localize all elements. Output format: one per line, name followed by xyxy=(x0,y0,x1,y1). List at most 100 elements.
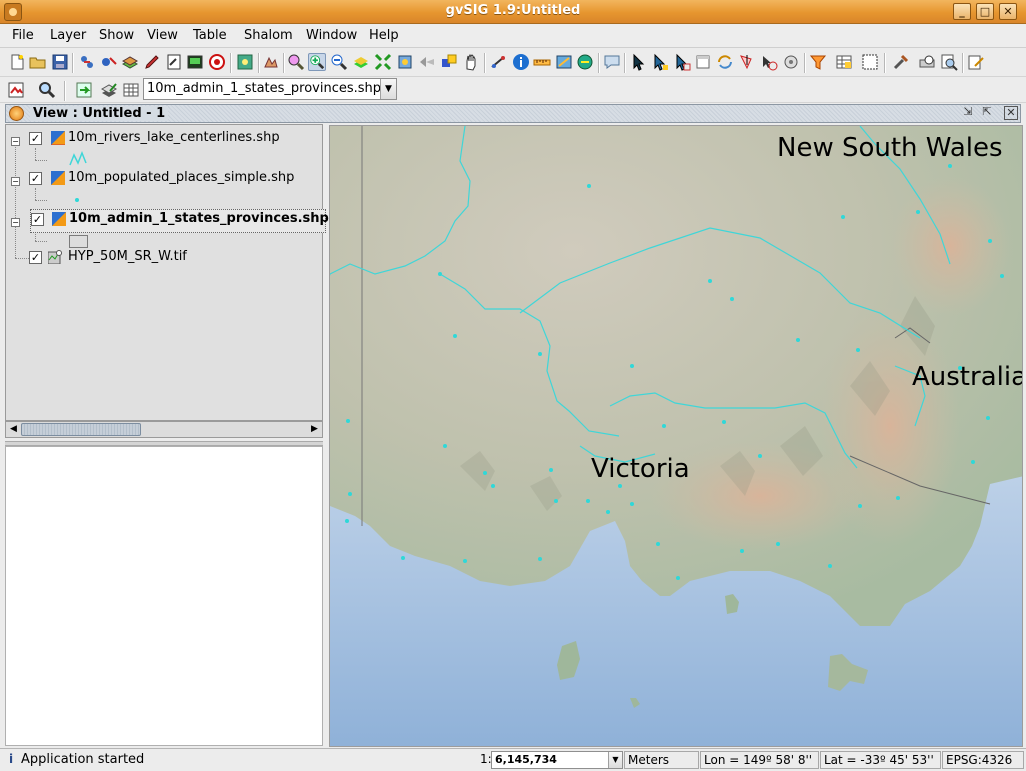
layer-visibility-checkbox[interactable]: ✓ xyxy=(29,132,42,145)
scroll-thumb[interactable] xyxy=(21,423,141,436)
hyperlink-icon[interactable] xyxy=(576,53,594,71)
edit-layer-icon[interactable] xyxy=(100,81,118,99)
status-bar: i Application started 1: 6,145,734 ▼ Met… xyxy=(0,748,1026,771)
select-all-icon[interactable] xyxy=(694,53,712,71)
properties-icon[interactable] xyxy=(165,53,183,71)
filter-icon[interactable] xyxy=(809,53,827,71)
toc-horizontal-scrollbar[interactable]: ◀ ▶ xyxy=(5,421,323,438)
layer-visibility-checkbox[interactable]: ✓ xyxy=(31,213,44,226)
crs-readout: EPSG:4326 xyxy=(942,751,1024,769)
add-layer-tool-icon[interactable] xyxy=(100,53,118,71)
chevron-down-icon[interactable]: ▼ xyxy=(380,79,396,99)
layers-toc: − ✓ 10m_rivers_lake_centerlines.shp − ✓ … xyxy=(5,124,329,421)
select-pointer-icon[interactable] xyxy=(629,53,647,71)
layer-name[interactable]: HYP_50M_SR_W.tif xyxy=(68,249,187,267)
menubar: File Layer Show View Table Shalom Window… xyxy=(0,25,1026,48)
chevron-down-icon[interactable]: ▼ xyxy=(608,752,622,768)
view-title: View : Untitled - 1 xyxy=(30,106,169,121)
layer-visibility-checkbox[interactable]: ✓ xyxy=(29,172,42,185)
previous-zoom-icon[interactable] xyxy=(418,53,436,71)
zoom-in-icon[interactable] xyxy=(287,53,305,71)
menu-file[interactable]: File xyxy=(12,28,34,43)
menu-layer[interactable]: Layer xyxy=(50,28,86,43)
minimize-view-icon[interactable]: ⇱ xyxy=(980,106,994,120)
save-icon[interactable] xyxy=(51,53,69,71)
new-file-icon[interactable] xyxy=(8,53,26,71)
locator-icon[interactable] xyxy=(440,53,458,71)
grid-icon[interactable] xyxy=(861,53,879,71)
select-by-point-icon[interactable] xyxy=(651,53,669,71)
line-symbol-icon xyxy=(69,151,87,166)
scroll-right-icon[interactable]: ▶ xyxy=(308,423,321,436)
measure-icon[interactable] xyxy=(490,53,508,71)
layer-name[interactable]: 10m_admin_1_states_provinces.shp xyxy=(69,211,329,229)
map-label-victoria: Victoria xyxy=(591,454,690,484)
layer-table-icon[interactable] xyxy=(122,81,140,99)
collapse-toggle[interactable]: − xyxy=(11,177,20,186)
zoom-extent-icon[interactable] xyxy=(374,53,392,71)
search-icon[interactable] xyxy=(940,53,958,71)
refresh-layer-icon[interactable] xyxy=(75,81,93,99)
full-extent-icon[interactable] xyxy=(352,53,370,71)
vector-tool-icon[interactable] xyxy=(262,53,280,71)
invert-selection-icon[interactable] xyxy=(716,53,734,71)
tooltip-icon[interactable] xyxy=(603,53,621,71)
map-frame-icon[interactable] xyxy=(7,81,25,99)
open-folder-icon[interactable] xyxy=(29,53,47,71)
latitude-readout: Lat = -33º 45' 53'' xyxy=(820,751,941,769)
target-icon[interactable] xyxy=(208,53,226,71)
map-label-australia: Australia xyxy=(912,362,1023,392)
select-by-circle-icon[interactable] xyxy=(760,53,778,71)
info-icon: i xyxy=(9,752,14,766)
measure-distance-icon[interactable] xyxy=(533,53,551,71)
scale-dropdown[interactable]: 6,145,734 ▼ xyxy=(491,751,623,769)
layer-visibility-checkbox[interactable]: ✓ xyxy=(29,251,42,264)
geoprocess-icon[interactable] xyxy=(78,53,96,71)
console-icon[interactable] xyxy=(186,53,204,71)
collapse-toggle[interactable]: − xyxy=(11,218,20,227)
active-layer-dropdown[interactable]: 10m_admin_1_states_provinces.shp ▼ xyxy=(143,78,397,100)
tools-icon[interactable] xyxy=(892,53,910,71)
select-by-rect-icon[interactable] xyxy=(673,53,691,71)
scale-prefix: 1: xyxy=(480,752,492,766)
menu-table[interactable]: Table xyxy=(193,28,227,43)
close-button[interactable]: ✕ xyxy=(999,3,1017,20)
main-toolbar xyxy=(0,49,1026,77)
zoom-out-icon[interactable] xyxy=(330,53,348,71)
magnifier-icon[interactable] xyxy=(38,81,56,99)
minimize-button[interactable]: _ xyxy=(953,3,971,20)
raster-layer-icon xyxy=(48,250,62,264)
measure-area-icon[interactable] xyxy=(555,53,573,71)
table-icon[interactable] xyxy=(835,53,853,71)
zoom-select-icon[interactable] xyxy=(396,53,414,71)
buffer-select-icon[interactable] xyxy=(782,53,800,71)
maximize-button[interactable]: □ xyxy=(976,3,994,20)
view-window-header: View : Untitled - 1 ⇲ ⇱ ✕ xyxy=(5,104,1021,123)
scroll-left-icon[interactable]: ◀ xyxy=(7,423,20,436)
layer-name[interactable]: 10m_rivers_lake_centerlines.shp xyxy=(68,130,280,148)
polygon-symbol-icon xyxy=(69,235,88,248)
edit-layout-icon[interactable] xyxy=(967,53,985,71)
locator-map-panel[interactable] xyxy=(5,446,323,746)
info-icon[interactable] xyxy=(512,53,530,71)
print-preview-icon[interactable] xyxy=(918,53,936,71)
zoom-rect-icon[interactable] xyxy=(308,53,326,71)
menu-show[interactable]: Show xyxy=(99,28,134,43)
raster-tool-icon[interactable] xyxy=(236,53,254,71)
layer-name[interactable]: 10m_populated_places_simple.shp xyxy=(68,170,294,188)
edit-tool-icon[interactable] xyxy=(143,53,161,71)
pan-hand-icon[interactable] xyxy=(462,53,480,71)
menu-view[interactable]: View xyxy=(147,28,178,43)
menu-window[interactable]: Window xyxy=(306,28,357,43)
collapse-toggle[interactable]: − xyxy=(11,137,20,146)
menu-shalom[interactable]: Shalom xyxy=(244,28,293,43)
active-layer-value: 10m_admin_1_states_provinces.shp xyxy=(147,81,382,96)
map-canvas[interactable]: New South Wales Australia Victoria xyxy=(329,125,1023,747)
select-by-polygon-icon[interactable] xyxy=(738,53,756,71)
vector-layer-icon xyxy=(51,171,65,185)
map-graphics xyxy=(330,126,1022,746)
layer-stack-icon[interactable] xyxy=(121,53,139,71)
restore-view-icon[interactable]: ⇲ xyxy=(961,106,975,120)
menu-help[interactable]: Help xyxy=(369,28,399,43)
close-view-icon[interactable]: ✕ xyxy=(1004,106,1018,120)
